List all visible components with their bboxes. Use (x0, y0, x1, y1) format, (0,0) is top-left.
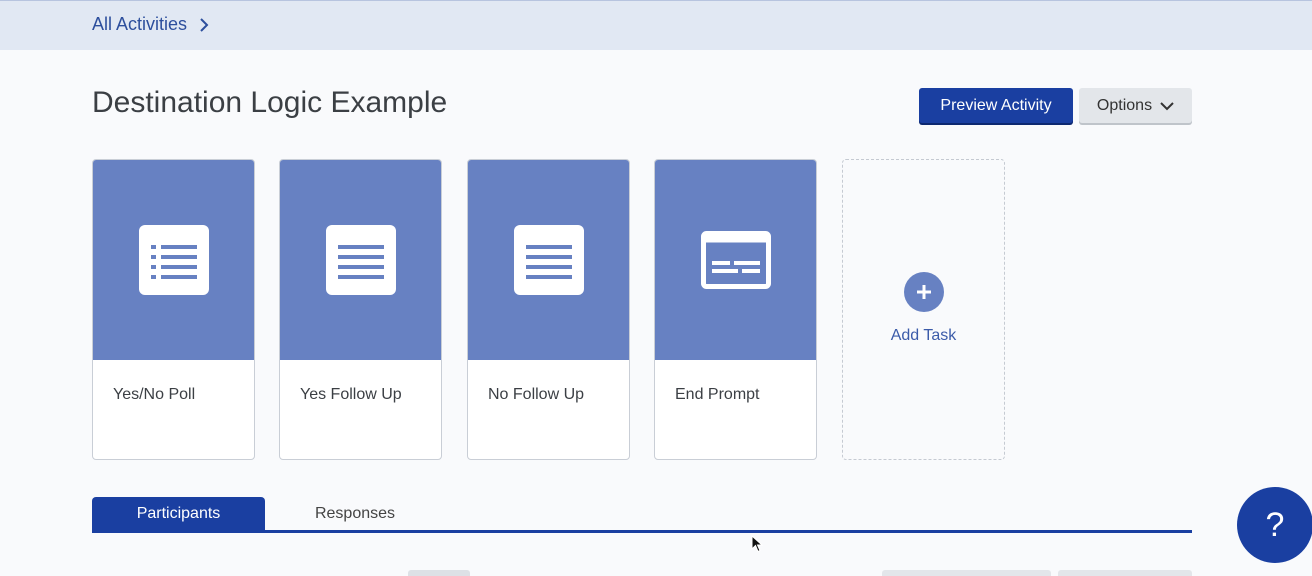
count-badge (408, 570, 470, 576)
plus-icon (917, 285, 931, 299)
help-icon: ? (1265, 505, 1285, 544)
text-lines-icon (513, 225, 584, 295)
add-task-label[interactable]: Add Task (843, 327, 1004, 345)
task-card-yes-follow-up[interactable]: Yes Follow Up (279, 159, 442, 460)
task-card-label: Yes Follow Up (300, 386, 402, 403)
task-card-no-follow-up[interactable]: No Follow Up (467, 159, 630, 460)
options-button[interactable]: Options (1079, 88, 1192, 123)
breadcrumb[interactable]: All Activities (92, 14, 211, 35)
task-card-label: Yes/No Poll (113, 386, 196, 403)
task-card-header (93, 160, 254, 360)
add-task-card[interactable]: Add Task (842, 159, 1005, 460)
options-label: Options (1096, 96, 1153, 114)
task-card-label: No Follow Up (488, 386, 585, 403)
task-card-header (655, 160, 816, 360)
add-task-button[interactable] (904, 272, 944, 312)
help-button[interactable]: ? (1237, 487, 1312, 563)
prompt-icon (700, 231, 771, 289)
folder-action-button[interactable] (1058, 570, 1192, 576)
breadcrumb-link[interactable]: All Activities (92, 14, 187, 35)
task-card-header (280, 160, 441, 360)
text-lines-icon (325, 225, 396, 295)
task-card-header (468, 160, 629, 360)
tab-responses[interactable]: Responses (270, 497, 440, 531)
top-bar: All Activities (0, 0, 1312, 50)
tabs-underline (92, 530, 1192, 533)
list-icon (138, 225, 209, 295)
task-card-end-prompt[interactable]: End Prompt (654, 159, 817, 460)
preview-activity-button[interactable]: Preview Activity (919, 88, 1073, 123)
secondary-action-button[interactable] (882, 570, 1051, 576)
task-card-label: End Prompt (675, 386, 760, 403)
tab-participants[interactable]: Participants (92, 497, 265, 531)
chevron-right-icon (200, 17, 209, 32)
page-title: Destination Logic Example (92, 86, 448, 119)
mouse-cursor-icon (751, 535, 763, 553)
chevron-down-icon (1160, 101, 1174, 110)
task-card-yes-no-poll[interactable]: Yes/No Poll (92, 159, 255, 460)
